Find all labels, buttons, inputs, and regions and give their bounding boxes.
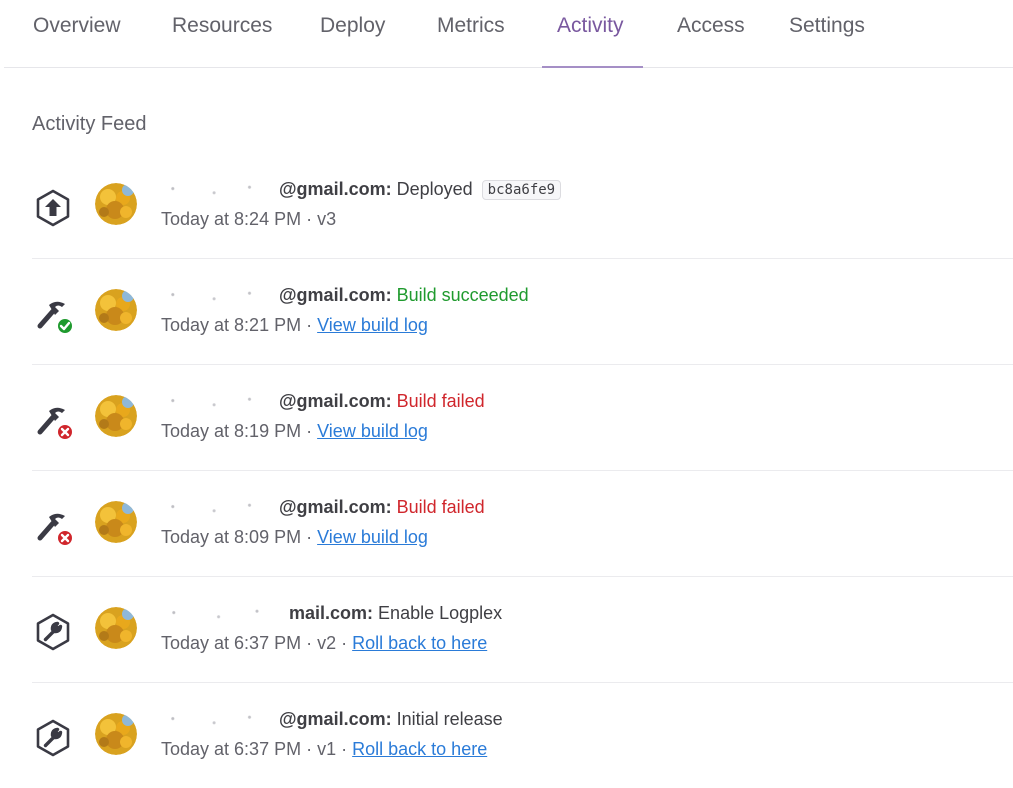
avatar [95, 289, 137, 331]
activity-item: @gmail.com: Deployed bc8a6fe9 Today at 8… [32, 153, 1013, 259]
redacted-email-user [161, 607, 289, 622]
activity-time: Today at 8:09 PM [161, 527, 302, 547]
activity-action: Initial release [396, 709, 503, 729]
activity-summary: mail.com: Enable Logplex [161, 603, 502, 624]
activity-item: @gmail.com: Build failed Today at 8:09 P… [32, 471, 1013, 577]
config-wrench-icon [36, 613, 70, 651]
activity-user-email: @gmail.com: [279, 179, 392, 199]
activity-summary: @gmail.com: Build failed [161, 391, 485, 412]
build-failed-icon [37, 513, 74, 547]
activity-summary: @gmail.com: Initial release [161, 709, 503, 730]
activity-version: · v2 · [306, 633, 348, 653]
tab-access[interactable]: Access [677, 14, 745, 38]
activity-action: Build failed [396, 497, 485, 517]
activity-time: Today at 8:19 PM [161, 421, 302, 441]
activity-version: · v3 [306, 209, 337, 229]
avatar [95, 713, 137, 755]
activity-time: Today at 6:37 PM [161, 739, 302, 759]
activity-separator: · [306, 527, 313, 547]
roll-back-link[interactable]: Roll back to here [352, 633, 487, 653]
avatar [95, 395, 137, 437]
activity-meta: Today at 6:37 PM · v2 · Roll back to her… [161, 633, 487, 654]
activity-summary: @gmail.com: Build failed [161, 497, 485, 518]
tab-settings[interactable]: Settings [789, 14, 865, 38]
activity-user-email: @gmail.com: [279, 285, 392, 305]
view-build-log-link[interactable]: View build log [317, 315, 428, 335]
tab-deploy[interactable]: Deploy [320, 14, 385, 38]
tab-resources[interactable]: Resources [172, 14, 272, 38]
activity-action: Build succeeded [396, 285, 529, 305]
activity-meta: Today at 8:24 PM · v3 [161, 209, 336, 230]
activity-item: @gmail.com: Build failed Today at 8:19 P… [32, 365, 1013, 471]
activity-meta: Today at 6:37 PM · v1 · Roll back to her… [161, 739, 487, 760]
activity-user-email: @gmail.com: [279, 497, 392, 517]
avatar [95, 501, 137, 543]
redacted-email-user [161, 183, 279, 198]
activity-time: Today at 8:24 PM [161, 209, 302, 229]
activity-action: Enable Logplex [378, 603, 503, 623]
activity-summary: @gmail.com: Build succeeded [161, 285, 529, 306]
activity-item: mail.com: Enable Logplex Today at 6:37 P… [32, 577, 1013, 683]
avatar [95, 607, 137, 649]
activity-item: @gmail.com: Initial release Today at 6:3… [32, 683, 1013, 788]
activity-separator: · [306, 315, 313, 335]
activity-version: · v1 · [306, 739, 348, 759]
view-build-log-link[interactable]: View build log [317, 527, 428, 547]
activity-feed: @gmail.com: Deployed bc8a6fe9 Today at 8… [0, 153, 1013, 788]
tab-metrics[interactable]: Metrics [437, 14, 505, 38]
commit-sha-badge: bc8a6fe9 [481, 180, 562, 200]
deploy-arrow-icon [36, 189, 70, 227]
activity-time: Today at 8:21 PM [161, 315, 302, 335]
app-tabs: Overview Resources Deploy Metrics Activi… [4, 0, 1013, 68]
activity-separator: · [306, 421, 313, 441]
build-failed-icon [37, 407, 74, 441]
activity-action: Build failed [396, 391, 485, 411]
activity-feed-title: Activity Feed [32, 113, 147, 135]
activity-time: Today at 6:37 PM [161, 633, 302, 653]
activity-summary: @gmail.com: Deployed bc8a6fe9 [161, 179, 562, 200]
activity-user-email: @gmail.com: [279, 709, 392, 729]
activity-meta: Today at 8:09 PM · View build log [161, 527, 428, 548]
activity-meta: Today at 8:21 PM · View build log [161, 315, 428, 336]
activity-user-email: mail.com: [289, 603, 374, 623]
activity-user-email: @gmail.com: [279, 391, 392, 411]
avatar [95, 183, 137, 225]
redacted-email-user [161, 501, 279, 516]
tab-activity[interactable]: Activity [557, 14, 624, 38]
build-succeeded-icon [37, 301, 74, 335]
activity-item: @gmail.com: Build succeeded Today at 8:2… [32, 259, 1013, 365]
redacted-email-user [161, 713, 279, 728]
active-tab-indicator [542, 66, 643, 68]
tab-overview[interactable]: Overview [33, 14, 121, 38]
redacted-email-user [161, 395, 279, 410]
activity-meta: Today at 8:19 PM · View build log [161, 421, 428, 442]
config-wrench-icon [36, 719, 70, 757]
redacted-email-user [161, 289, 279, 304]
activity-action: Deployed [396, 179, 473, 199]
roll-back-link[interactable]: Roll back to here [352, 739, 487, 759]
view-build-log-link[interactable]: View build log [317, 421, 428, 441]
